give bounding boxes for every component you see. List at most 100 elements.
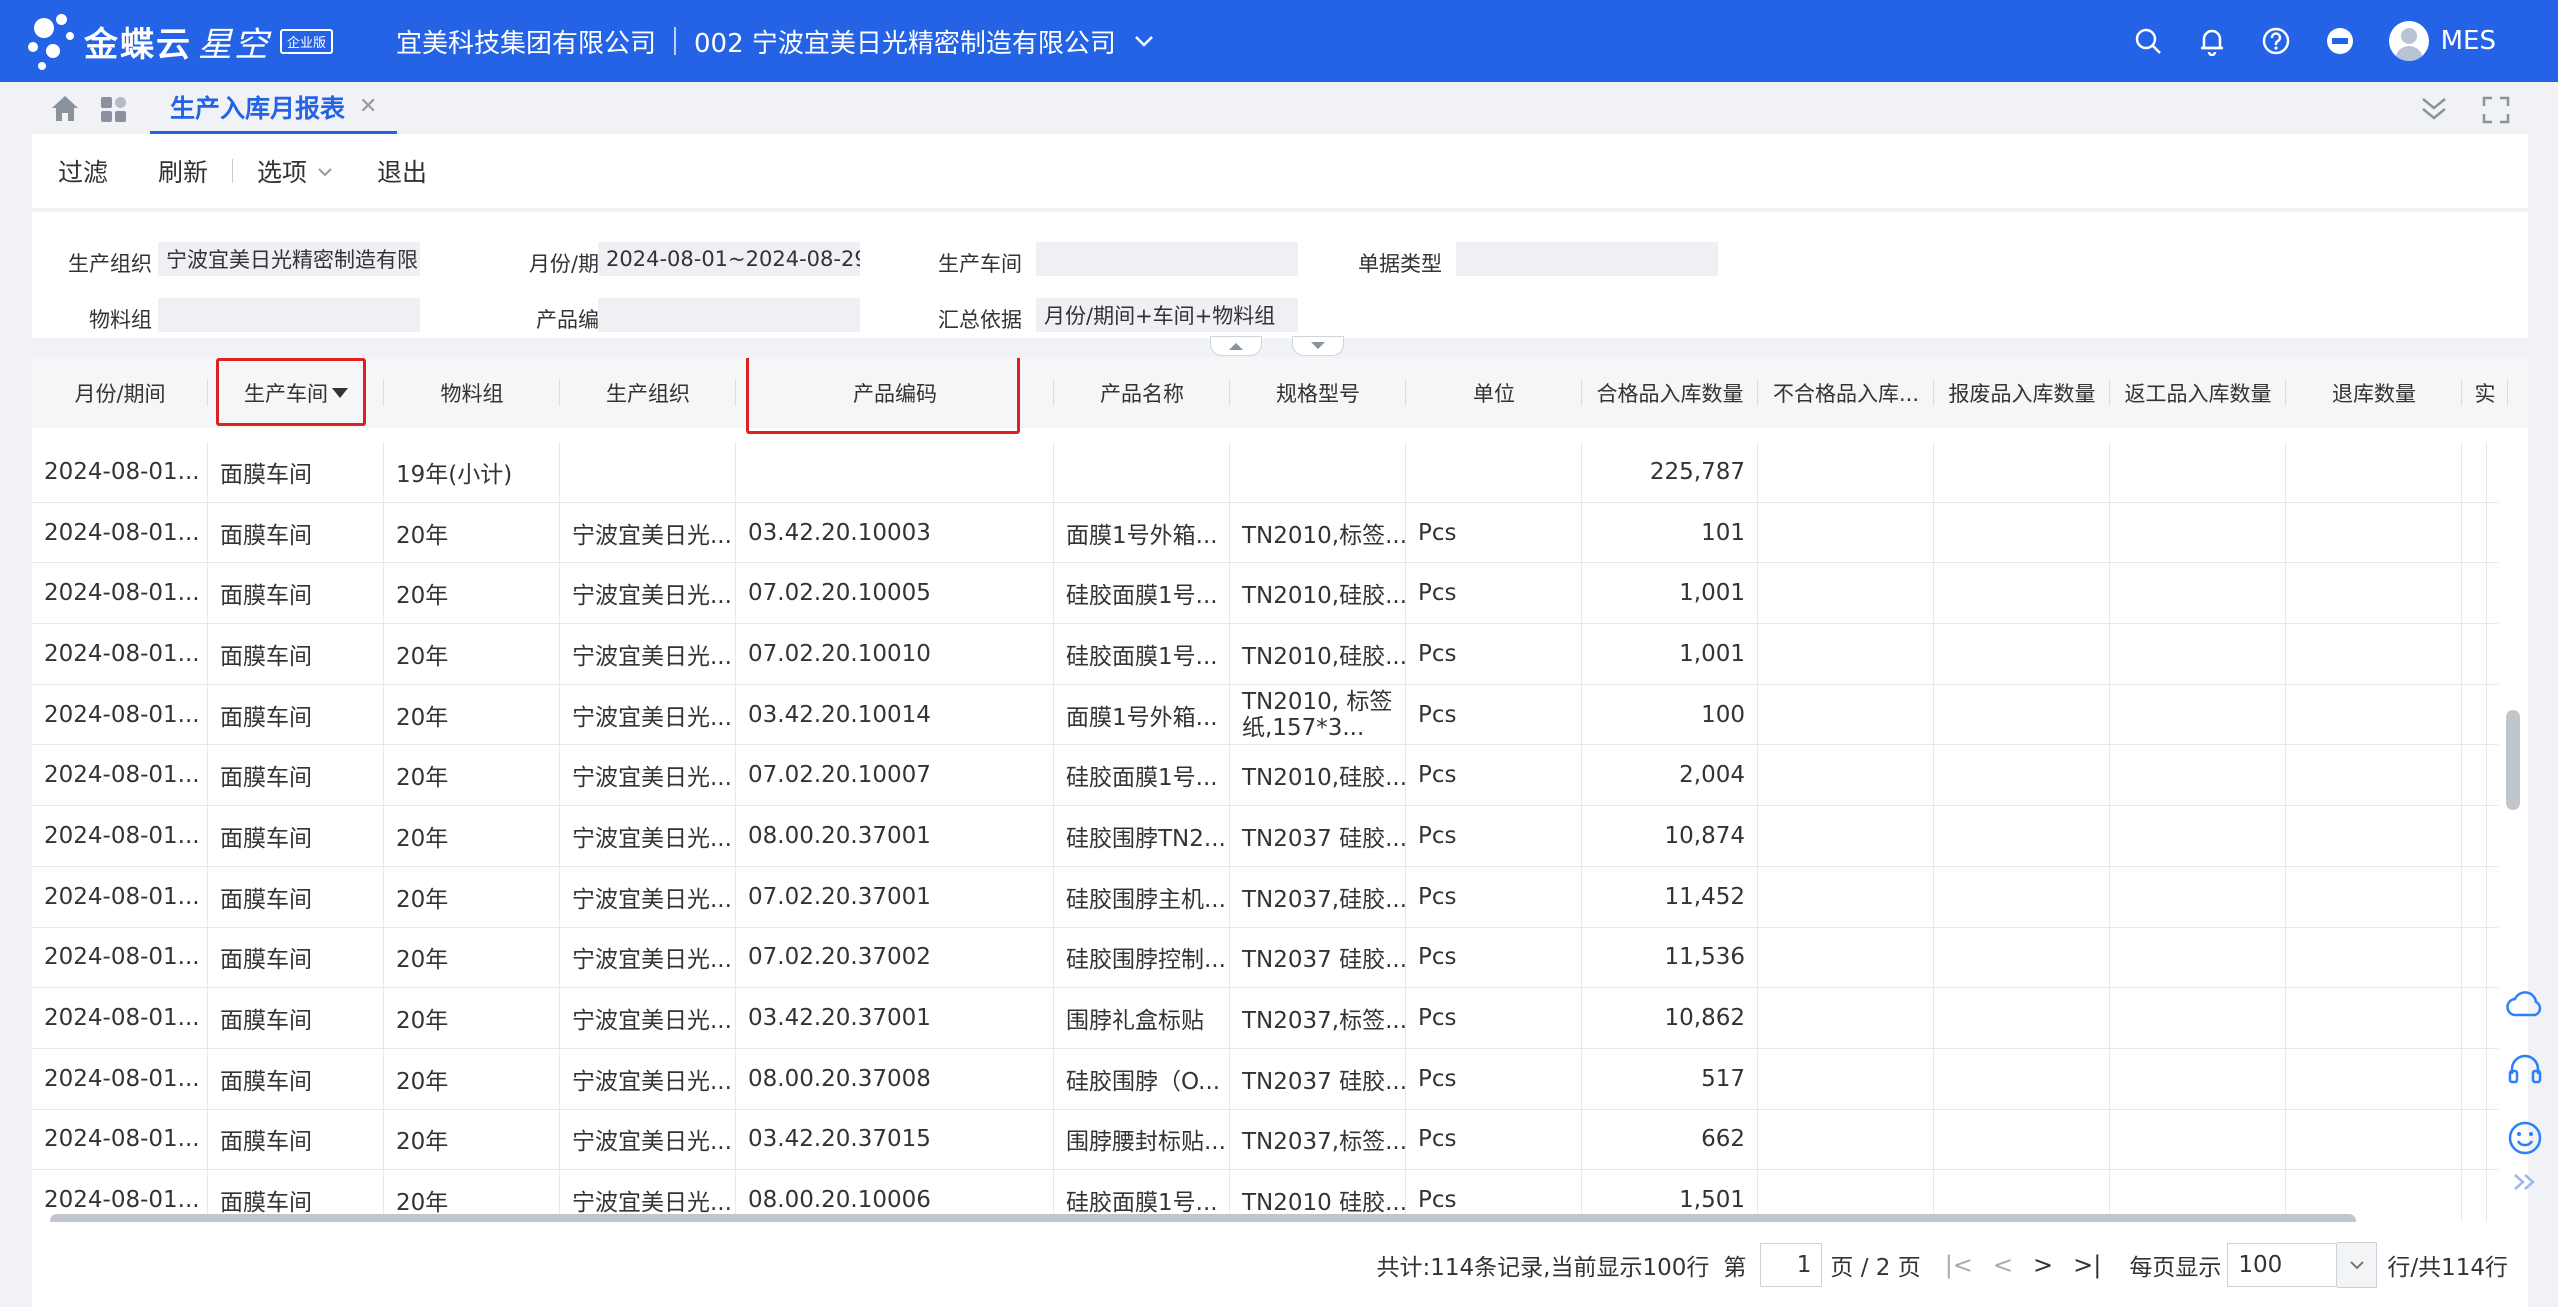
cloud-icon[interactable] [2506,990,2544,1022]
cell-spec: TN2037 硅胶... [1230,806,1406,866]
toolbar: 过滤 刷新 选项 退出 [32,134,2528,208]
cell-matgroup: 20年 [384,1109,560,1170]
table-row[interactable]: 2024-08-01... 面膜车间 20年 宁波宜美日光... 03.42.2… [32,1109,2498,1171]
smiley-icon[interactable] [2507,1120,2543,1160]
cell-actual [2462,927,2487,988]
cell-workshop: 面膜车间 [208,806,384,866]
cell-spec: TN2037 硅胶... [1230,927,1406,988]
cell-unit: Pcs [1406,624,1582,684]
cell-unqualified-qty [1758,745,1934,806]
chevron-down-icon[interactable] [1134,29,1154,54]
vertical-scrollbar[interactable] [2506,710,2520,810]
org-field[interactable]: 宁波宜美日光精密制造有限 [158,242,420,276]
col-header-matgroup[interactable]: 物料组 [384,358,560,428]
org-selector[interactable]: 002 宁波宜美日光精密制造有限公司 [694,23,1116,60]
table-row[interactable]: 2024-08-01... 面膜车间 20年 宁波宜美日光... 07.02.2… [32,927,2498,989]
chevron-down-icon[interactable] [317,161,333,182]
cell-qualified-qty: 1,001 [1582,563,1758,624]
col-header-unqualified-qty[interactable]: 不合格品入库... [1758,358,1934,428]
tab-production-inbound-monthly[interactable]: 生产入库月报表 ✕ [150,82,398,134]
headset-icon[interactable] [2507,1052,2543,1090]
cell-workshop: 面膜车间 [208,442,384,502]
col-header-period[interactable]: 月份/期间 [32,358,208,428]
prev-page-icon[interactable]: < [1993,1251,2013,1279]
table-row[interactable]: 2024-08-01... 面膜车间 20年 宁波宜美日光... 08.00.2… [32,806,2498,867]
double-chevron-right-icon[interactable] [2512,1172,2538,1196]
col-header-rework-qty[interactable]: 返工品入库数量 [2110,358,2286,428]
cell-prodcode: 07.02.20.37002 [736,927,1054,988]
col-header-actual[interactable]: 实 [2462,358,2508,428]
cell-workshop: 面膜车间 [208,1109,384,1170]
expand-filter-button[interactable] [1292,336,1344,356]
col-header-spec[interactable]: 规格型号 [1230,358,1406,428]
page-number-input[interactable]: 1 [1760,1243,1823,1287]
cell-actual [2462,1109,2487,1170]
cell-prodname: 围脖腰封标贴... [1054,1109,1230,1170]
col-header-org[interactable]: 生产组织 [560,358,736,428]
cell-matgroup: 20年 [384,624,560,684]
horizontal-scrollbar[interactable] [50,1214,2356,1222]
per-page-select[interactable]: 100 [2227,1243,2338,1287]
summary-label: 汇总依据 [938,308,1022,332]
help-icon[interactable] [2261,26,2291,56]
cell-actual [2462,442,2487,502]
table-row[interactable]: 2024-08-01... 面膜车间 20年 宁波宜美日光... 03.42.2… [32,988,2498,1049]
cell-spec: TN2010,硅胶... [1230,624,1406,684]
workshop-field[interactable] [1036,242,1298,276]
col-header-qualified-qty[interactable]: 合格品入库数量 [1582,358,1758,428]
doctype-field[interactable] [1456,242,1718,276]
cell-unqualified-qty [1758,1109,1934,1170]
table-row[interactable]: 2024-08-01... 面膜车间 20年 宁波宜美日光... 07.02.2… [32,563,2498,625]
cell-workshop: 面膜车间 [208,684,384,745]
col-header-return-qty[interactable]: 退库数量 [2286,358,2462,428]
last-page-icon[interactable]: >| [2073,1251,2101,1279]
brand-name: 金蝶云 星空 [84,24,270,65]
col-header-unit[interactable]: 单位 [1406,358,1582,428]
table-row[interactable]: 2024-08-01... 面膜车间 20年 宁波宜美日光... 07.02.2… [32,624,2498,685]
matgroup-field[interactable] [158,298,420,332]
fullscreen-icon[interactable] [2482,96,2510,128]
table-row[interactable]: 2024-08-01... 面膜车间 20年 宁波宜美日光... 08.00.2… [32,1048,2498,1110]
table-row[interactable]: 2024-08-01... 面膜车间 20年 宁波宜美日光... 07.02.2… [32,745,2498,807]
avatar[interactable] [2388,21,2429,61]
cell-matgroup: 20年 [384,563,560,624]
cell-return-qty [2286,684,2462,745]
double-chevron-down-icon[interactable] [2420,96,2448,126]
grid-body: 2024-08-01... 面膜车间 19年(小计) 225,787 2024-… [32,442,2498,1222]
table-row[interactable]: 2024-08-01... 面膜车间 19年(小计) 225,787 [32,442,2498,503]
refresh-button[interactable]: 刷新 [158,153,208,189]
table-row[interactable]: 2024-08-01... 面膜车间 20年 宁波宜美日光... 03.42.2… [32,684,2498,746]
table-row[interactable]: 2024-08-01... 面膜车间 20年 宁波宜美日光... 07.02.2… [32,866,2498,928]
cell-qualified-qty: 10,874 [1582,806,1758,866]
col-header-prodname[interactable]: 产品名称 [1054,358,1230,428]
cell-rework-qty [2110,1109,2286,1170]
cell-org: 宁波宜美日光... [560,745,736,806]
prodcode-field[interactable] [598,298,860,332]
summary-field[interactable]: 月份/期间+车间+物料组 [1036,298,1298,332]
chevron-down-icon[interactable] [2337,1242,2378,1288]
cell-spec: TN2037,标签... [1230,1109,1406,1170]
col-header-scrap-qty[interactable]: 报废品入库数量 [1934,358,2110,428]
collapse-filter-button[interactable] [1210,336,1262,356]
minus-circle-icon[interactable] [2325,26,2355,56]
options-button[interactable]: 选项 [257,153,307,189]
filter-button[interactable]: 过滤 [58,153,108,189]
cell-spec: TN2010, 标签纸,157*3... [1230,684,1406,745]
company-name[interactable]: 宜美科技集团有限公司 [396,23,656,60]
period-field[interactable]: 2024-08-01~2024-08-29 [598,242,860,276]
next-page-icon[interactable]: > [2033,1251,2053,1279]
table-row[interactable]: 2024-08-01... 面膜车间 20年 宁波宜美日光... 03.42.2… [32,502,2498,564]
cell-qualified-qty: 517 [1582,1048,1758,1109]
bell-icon[interactable] [2197,26,2227,56]
cell-actual [2462,502,2487,563]
home-icon[interactable] [50,94,80,126]
user-name[interactable]: MES [2441,26,2496,56]
search-icon[interactable] [2133,26,2163,56]
exit-button[interactable]: 退出 [377,153,427,189]
org-label: 生产组织 [68,252,152,276]
first-page-icon[interactable]: |< [1945,1251,1973,1279]
cell-unit: Pcs [1406,866,1582,927]
close-icon[interactable]: ✕ [359,94,377,119]
apps-icon[interactable] [100,96,128,128]
cell-period: 2024-08-01... [32,1109,208,1170]
